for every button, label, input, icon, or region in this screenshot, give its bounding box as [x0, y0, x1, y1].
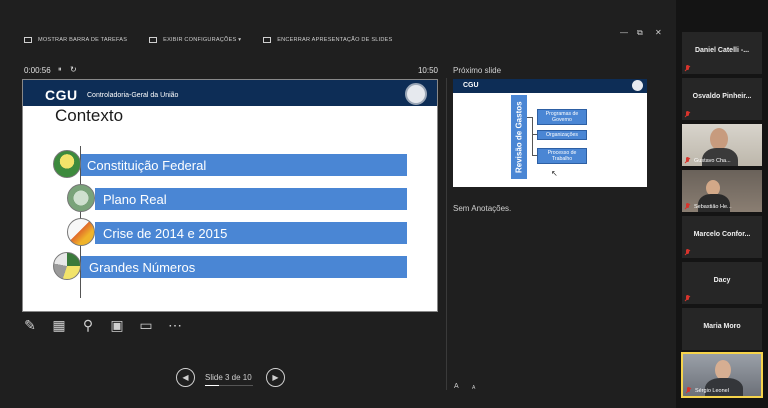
pen-icon[interactable]: ✎	[22, 317, 38, 333]
org-name: Controladoria-Geral da União	[87, 92, 179, 99]
previous-slide-button[interactable]: ◀	[176, 368, 195, 387]
participant-tile[interactable]: Osvaldo Pinheir...	[682, 78, 762, 120]
grid-icon[interactable]: ▦	[51, 317, 67, 333]
show-taskbar-label: MOSTRAR BARRA DE TAREFAS	[38, 37, 128, 43]
end-show-button[interactable]: ENCERRAR APRESENTAÇÃO DE SLIDES	[263, 37, 392, 43]
participant-name: Gustavo Cha...	[694, 158, 731, 164]
clock: 10:50	[417, 66, 438, 75]
active-speaker-tile[interactable]: Sérgio Leonel	[681, 352, 763, 398]
muted-mic-icon	[685, 157, 690, 164]
participant-tile[interactable]: Dacy	[682, 262, 762, 304]
coat-of-arms-icon	[632, 80, 643, 91]
show-taskbar-button[interactable]: MOSTRAR BARRA DE TAREFAS	[24, 37, 127, 43]
participant-name: Daniel Catelli -...	[694, 47, 750, 54]
participant-video-tile[interactable]: Gustavo Cha...	[682, 124, 762, 166]
decrease-text-button[interactable]: A	[472, 385, 475, 391]
muted-mic-icon	[685, 111, 690, 118]
participant-name: Sebastião He...	[694, 204, 732, 210]
participant-tile[interactable]: Maria Moro	[682, 308, 762, 350]
muted-mic-icon	[685, 203, 690, 210]
monitor-icon	[149, 37, 158, 43]
participant-video	[715, 360, 731, 380]
flag-icon	[53, 150, 81, 178]
item-label: Crise de 2014 e 2015	[103, 225, 228, 241]
muted-mic-icon	[686, 387, 691, 394]
next-slide-preview[interactable]: CGU Revisão de Gastos Programas de Gover…	[453, 79, 647, 187]
slide-tools: ✎ ▦ ⚲ ▣ ▭ ⋯	[22, 317, 183, 333]
participant-tile[interactable]: Marcelo Confor...	[682, 216, 762, 258]
cgu-logo: CGU	[45, 87, 78, 103]
connector-line	[532, 117, 533, 155]
speaker-notes[interactable]: Sem Anotações.	[453, 204, 511, 213]
participant-name: Osvaldo Pinheir...	[692, 93, 752, 100]
muted-mic-icon	[685, 295, 690, 302]
pie-chart-icon	[53, 252, 81, 280]
minimize-button[interactable]: —	[620, 28, 628, 37]
decline-chart-icon	[67, 218, 95, 246]
close-button[interactable]: ✕	[655, 28, 662, 37]
elapsed-timer: 0:00:56	[24, 66, 51, 75]
subtitles-icon[interactable]: ▭	[138, 317, 154, 333]
participant-name: Marcelo Confor...	[693, 231, 751, 238]
pause-timer-button[interactable]: ⏸	[58, 66, 62, 74]
magnifier-icon[interactable]: ⚲	[80, 317, 96, 333]
display-settings-label: EXIBIR CONFIGURAÇÕES ▾	[163, 37, 242, 43]
more-icon[interactable]: ⋯	[167, 317, 183, 333]
box-programas: Programas de Governo	[537, 109, 587, 125]
item-grandes-numeros: Grandes Números	[81, 256, 407, 278]
current-slide[interactable]: CGU Controladoria-Geral da União Context…	[22, 79, 438, 312]
next-cgu-logo: CGU	[463, 82, 479, 89]
next-slide-button[interactable]: ▶	[266, 368, 285, 387]
taskbar-icon	[24, 37, 32, 43]
presenter-toolbar: MOSTRAR BARRA DE TAREFAS EXIBIR CONFIGUR…	[24, 37, 392, 43]
participant-tile[interactable]: Daniel Catelli -...	[682, 32, 762, 74]
item-label: Constituição Federal	[87, 157, 207, 173]
slide-navigation: ◀ Slide 3 de 10 ▶	[176, 368, 288, 388]
item-label: Plano Real	[103, 191, 167, 207]
presenter-view: — ⧉ ✕ MOSTRAR BARRA DE TAREFAS EXIBIR CO…	[0, 0, 676, 408]
coin-icon	[67, 184, 95, 212]
coat-of-arms-icon	[405, 83, 427, 105]
muted-mic-icon	[685, 65, 690, 72]
box-processo: Processo de Trabalho	[537, 148, 587, 164]
item-constituicao: Constituição Federal	[81, 154, 407, 176]
participants-panel: Daniel Catelli -... Osvaldo Pinheir... G…	[676, 0, 768, 408]
end-show-icon	[263, 37, 272, 43]
participant-name: Sérgio Leonel	[695, 388, 729, 394]
slide-title: Contexto	[55, 106, 124, 125]
reset-timer-button[interactable]: ↻	[70, 65, 77, 74]
vertical-title: Revisão de Gastos	[514, 101, 524, 173]
slide-header	[23, 80, 437, 106]
participant-video-tile[interactable]: Sebastião He...	[682, 170, 762, 212]
item-crise: Crise de 2014 e 2015	[95, 222, 407, 244]
end-show-label: ENCERRAR APRESENTAÇÃO DE SLIDES	[277, 37, 393, 43]
slide-counter[interactable]: Slide 3 de 10	[205, 373, 252, 382]
participant-video	[710, 128, 728, 150]
participant-name: Maria Moro	[703, 323, 741, 330]
item-plano-real: Plano Real	[95, 188, 407, 210]
participant-name: Dacy	[713, 277, 731, 284]
slide-progress-fill	[205, 385, 220, 386]
display-settings-button[interactable]: EXIBIR CONFIGURAÇÕES ▾	[149, 37, 241, 43]
box-organizacoes: Organizações	[537, 130, 587, 140]
laser-pointer-icon[interactable]: ▣	[109, 317, 125, 333]
increase-text-button[interactable]: A	[454, 383, 459, 390]
pane-divider[interactable]	[446, 78, 447, 390]
next-slide-header	[453, 79, 647, 93]
next-slide-label: Próximo slide	[453, 66, 502, 75]
restore-button[interactable]: ⧉	[637, 28, 643, 38]
mouse-cursor-icon: ↖	[551, 169, 558, 178]
slide-progress	[205, 385, 253, 386]
item-label: Grandes Números	[89, 259, 196, 275]
muted-mic-icon	[685, 249, 690, 256]
